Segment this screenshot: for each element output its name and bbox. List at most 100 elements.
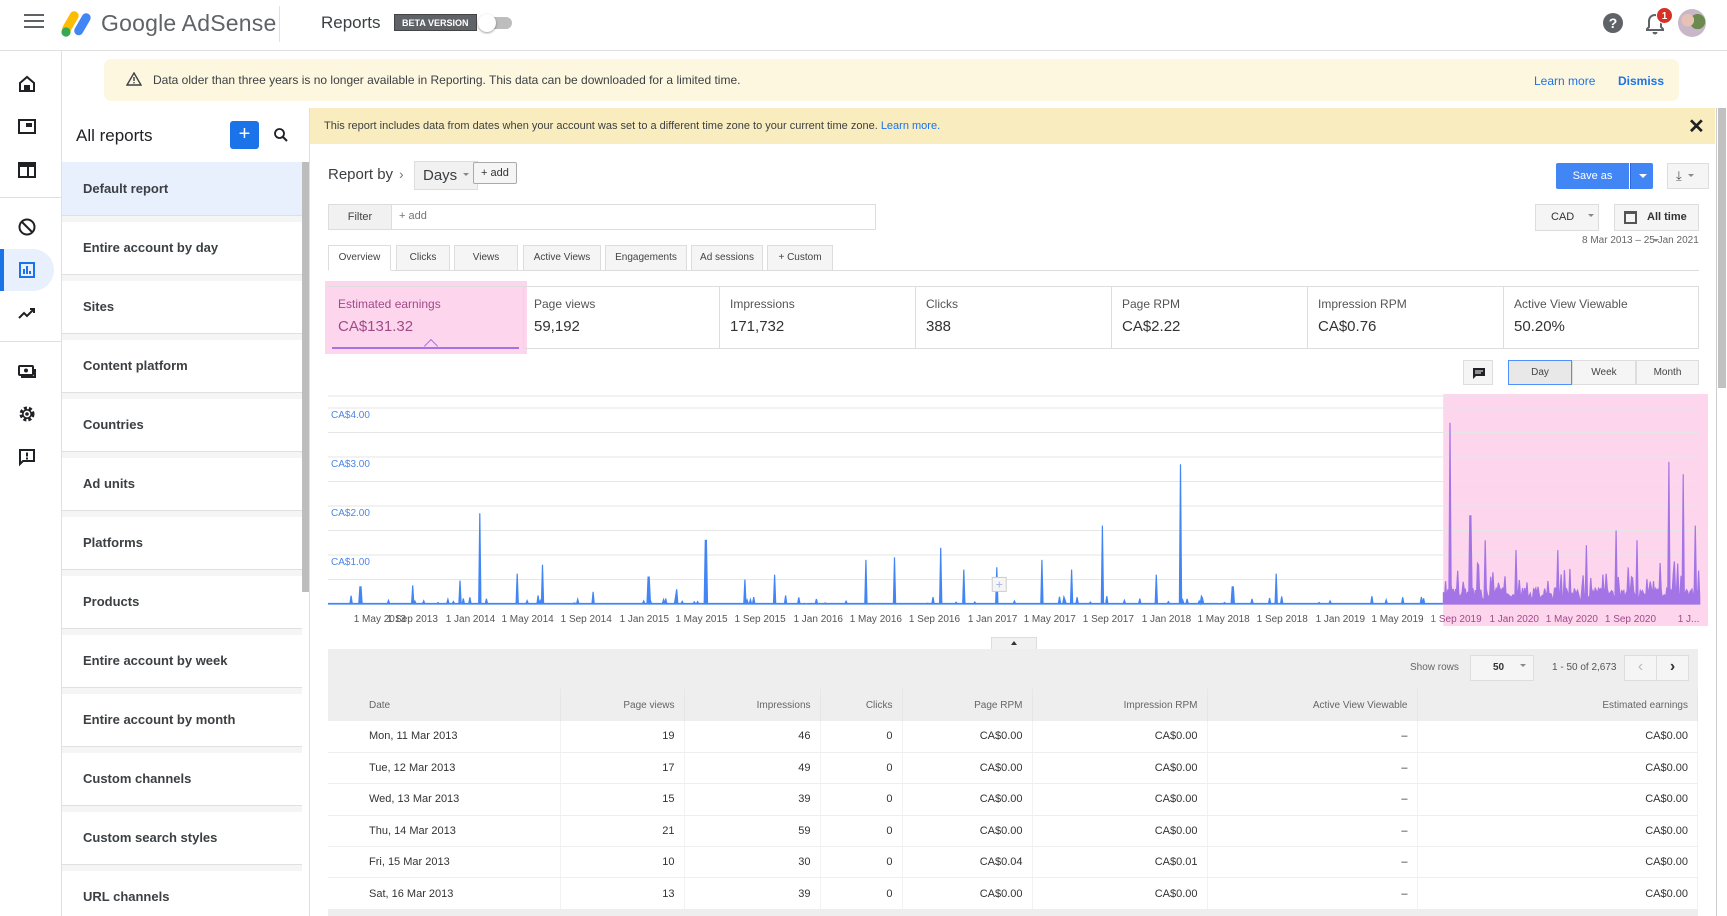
report-item-content-platform[interactable]: Content platform	[62, 334, 302, 393]
column-header-page-views[interactable]: Page views	[560, 689, 685, 721]
date-range-select[interactable]: All time	[1614, 204, 1699, 243]
table-cell: 0	[820, 846, 903, 879]
save-as-dropdown[interactable]	[1630, 163, 1653, 189]
nav-payments[interactable]	[0, 350, 54, 392]
table-cell: 0	[820, 721, 903, 753]
table-cell: CA$0.00	[1032, 752, 1208, 785]
metric-active-view-viewable[interactable]: Active View Viewable 50.20%	[1504, 287, 1699, 349]
collapse-chart-button[interactable]	[991, 637, 1037, 649]
column-header-impression-rpm[interactable]: Impression RPM	[1032, 689, 1208, 721]
account-avatar[interactable]	[1678, 9, 1706, 37]
alert-dismiss-button[interactable]: Dismiss	[1618, 74, 1664, 88]
nav-optimization[interactable]	[0, 292, 54, 334]
page-scrollbar[interactable]	[1716, 108, 1727, 916]
report-item-default-report[interactable]: Default report	[62, 162, 302, 216]
timezone-learn-more-link[interactable]: Learn more.	[881, 120, 940, 132]
menu-icon[interactable]	[24, 14, 44, 30]
table-row[interactable]: Wed, 13 Mar 2013 15 39 0 CA$0.00 CA$0.00– CA$0…	[328, 783, 1698, 816]
granularity-month[interactable]: Month	[1636, 360, 1699, 385]
report-item-sites[interactable]: Sites	[62, 275, 302, 334]
x-tick-label: 1 Jan 2018	[1142, 614, 1192, 625]
download-button[interactable]: ⤓	[1667, 163, 1709, 189]
alert-learn-more-link[interactable]: Learn more	[1534, 74, 1595, 88]
table-row[interactable]: Mon, 11 Mar 2013 19 46 0 CA$0.00 CA$0.00– CA$0…	[328, 721, 1698, 753]
metric-impressions[interactable]: Impressions 171,732	[720, 287, 916, 349]
report-item-products[interactable]: Products	[62, 570, 302, 629]
column-header-date[interactable]: Date	[328, 689, 561, 721]
metric-clicks[interactable]: Clicks 388	[916, 287, 1112, 349]
reports-scrollbar[interactable]	[302, 162, 309, 592]
series-area-blue	[328, 464, 1443, 606]
y-tick-label: CA$1.00	[331, 557, 370, 568]
report-item-countries[interactable]: Countries	[62, 393, 302, 452]
column-header-page-rpm[interactable]: Page RPM	[902, 689, 1033, 721]
report-item-entire-account-by-day[interactable]: Entire account by day	[62, 216, 302, 275]
column-header-active-view-viewable[interactable]: Active View Viewable	[1207, 689, 1418, 721]
table-cell: CA$0.00	[1417, 877, 1698, 910]
tab-clicks[interactable]: Clicks	[396, 245, 450, 271]
table-cell: Tue, 12 Mar 2013	[328, 752, 561, 785]
report-item-url-channels[interactable]: URL channels	[62, 865, 302, 916]
nav-sites[interactable]	[0, 149, 54, 191]
metric-estimated-earnings[interactable]: Estimated earnings CA$131.32	[328, 287, 524, 354]
table-row[interactable]: Thu, 14 Mar 2013 21 59 0 CA$0.00 CA$0.00– CA$0…	[328, 815, 1698, 848]
table-cell: CA$0.00	[1032, 721, 1208, 753]
tab-active-views[interactable]: Active Views	[523, 245, 601, 271]
nav-blocking-controls[interactable]	[0, 206, 54, 248]
table-row[interactable]: Fri, 15 Mar 2013 10 30 0 CA$0.04 CA$0.01– CA$0…	[328, 846, 1698, 879]
report-item-custom-channels[interactable]: Custom channels	[62, 747, 302, 806]
report-item-custom-search-styles[interactable]: Custom search styles	[62, 806, 302, 865]
column-header-estimated-earnings[interactable]: Estimated earnings	[1417, 689, 1698, 721]
table-row[interactable]: Tue, 12 Mar 2013 17 49 0 CA$0.00 CA$0.00– CA$0…	[328, 752, 1698, 785]
nav-reports[interactable]	[0, 249, 54, 291]
adsense-logo-icon[interactable]	[60, 8, 94, 38]
report-item-platforms[interactable]: Platforms	[62, 511, 302, 570]
help-icon[interactable]: ?	[1603, 13, 1623, 33]
column-header-clicks[interactable]: Clicks	[820, 689, 903, 721]
x-tick-label: 1 May 2020	[1546, 614, 1599, 625]
filter-label[interactable]: Filter	[329, 205, 392, 229]
metric-page-views[interactable]: Page views 59,192	[524, 287, 720, 349]
table-row[interactable]: Sat, 16 Mar 2013 13 39 0 CA$0.00 CA$0.00– CA$0…	[328, 877, 1698, 910]
granularity-day[interactable]: Day	[1508, 360, 1572, 385]
filter-input[interactable]	[399, 210, 859, 222]
tab-overview[interactable]: Overview	[328, 245, 391, 271]
annotations-button[interactable]	[1463, 360, 1493, 385]
tab-views[interactable]: Views	[454, 245, 518, 271]
add-dimension-button[interactable]: + add	[473, 162, 517, 184]
dimension-select[interactable]: Days	[414, 161, 479, 190]
close-icon[interactable]: ✕	[1688, 114, 1705, 139]
report-item-ad-units[interactable]: Ad units	[62, 452, 302, 511]
x-tick-label: 1 May 2017	[1024, 614, 1077, 625]
nav-ads[interactable]	[0, 106, 54, 148]
table-cell: CA$0.00	[902, 752, 1033, 785]
beta-toggle[interactable]	[478, 14, 512, 32]
tab-engagements[interactable]: Engagements	[605, 245, 687, 271]
metric-impression-rpm[interactable]: Impression RPM CA$0.76	[1308, 287, 1504, 349]
beta-badge: BETA VERSION	[394, 14, 477, 31]
tab-ad-sessions[interactable]: Ad sessions	[691, 245, 763, 271]
report-item-entire-account-by-month[interactable]: Entire account by month	[62, 688, 302, 747]
table-cell: 21	[560, 815, 685, 848]
report-item-entire-account-by-week[interactable]: Entire account by week	[62, 629, 302, 688]
nav-settings[interactable]	[0, 393, 54, 435]
currency-select[interactable]: CAD	[1535, 204, 1599, 231]
chevron-down-icon	[1687, 173, 1694, 180]
rows-per-page-select[interactable]: 50	[1470, 655, 1534, 681]
add-report-button[interactable]: +	[230, 121, 259, 149]
previous-page-button[interactable]: ‹	[1624, 655, 1657, 681]
save-as-button[interactable]: Save as	[1556, 163, 1629, 189]
column-header-impressions[interactable]: Impressions	[684, 689, 821, 721]
granularity-week[interactable]: Week	[1572, 360, 1636, 385]
next-page-button[interactable]: ›	[1656, 655, 1689, 681]
tab-custom[interactable]: + Custom	[767, 245, 833, 271]
metric-page-rpm[interactable]: Page RPM CA$2.22	[1112, 287, 1308, 349]
search-icon[interactable]	[273, 127, 289, 143]
nav-home[interactable]	[0, 63, 54, 105]
reports-panel: All reports + Default report Entire acco…	[62, 108, 310, 916]
top-app-bar: Google AdSense Reports BETA VERSION ? 1	[0, 0, 1727, 51]
page-scrollbar-thumb[interactable]	[1718, 108, 1726, 388]
reports-header: All reports +	[62, 108, 309, 162]
timezone-banner: This report includes data from dates whe…	[310, 108, 1715, 144]
nav-feedback[interactable]	[0, 436, 54, 478]
